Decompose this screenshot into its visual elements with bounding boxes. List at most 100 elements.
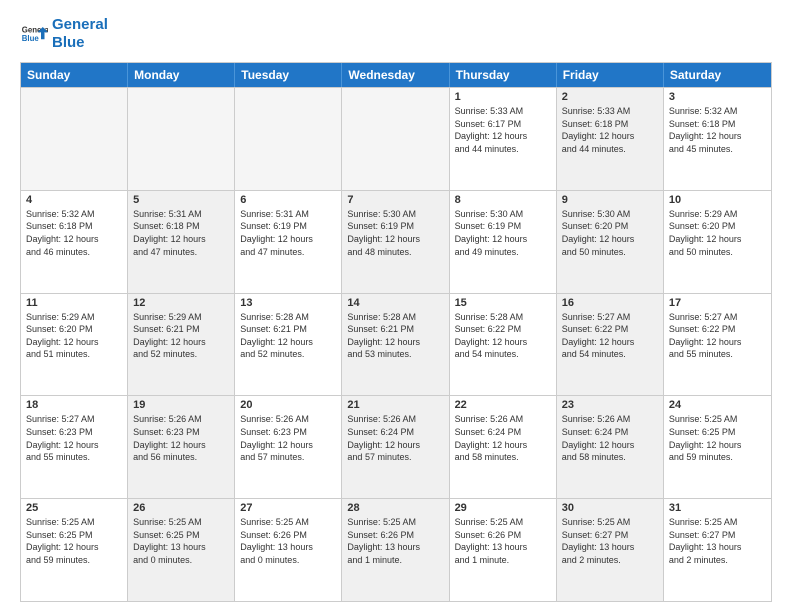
cell-info-line: Sunset: 6:19 PM [347, 220, 443, 233]
day-number: 4 [26, 194, 122, 206]
day-number: 22 [455, 399, 551, 411]
cell-info-line: Sunrise: 5:28 AM [455, 311, 551, 324]
cell-info-line: Sunset: 6:18 PM [562, 118, 658, 131]
cell-info-line: Daylight: 12 hours [26, 439, 122, 452]
cell-info-line: and 55 minutes. [26, 451, 122, 464]
cell-info-line: Sunset: 6:25 PM [26, 529, 122, 542]
day-number: 12 [133, 297, 229, 309]
cell-info-line: and 0 minutes. [240, 554, 336, 567]
calendar-cell-3: 3Sunrise: 5:32 AMSunset: 6:18 PMDaylight… [664, 88, 771, 190]
cell-info-line: Sunset: 6:25 PM [133, 529, 229, 542]
calendar-cell-empty-0-2 [235, 88, 342, 190]
cell-info-line: and 46 minutes. [26, 246, 122, 259]
cell-info-line: and 54 minutes. [455, 348, 551, 361]
cell-info-line: Sunset: 6:20 PM [669, 220, 766, 233]
day-number: 30 [562, 502, 658, 514]
cell-info-line: and 57 minutes. [347, 451, 443, 464]
day-number: 25 [26, 502, 122, 514]
cell-info-line: Sunset: 6:19 PM [240, 220, 336, 233]
cell-info-line: and 50 minutes. [562, 246, 658, 259]
cell-info-line: Daylight: 12 hours [26, 541, 122, 554]
calendar-cell-empty-0-3 [342, 88, 449, 190]
cell-info-line: Sunrise: 5:30 AM [347, 208, 443, 221]
calendar-cell-4: 4Sunrise: 5:32 AMSunset: 6:18 PMDaylight… [21, 191, 128, 293]
cell-info-line: Sunset: 6:25 PM [669, 426, 766, 439]
cell-info-line: Sunrise: 5:26 AM [562, 413, 658, 426]
cell-info-line: Sunrise: 5:25 AM [26, 516, 122, 529]
cell-info-line: Sunset: 6:27 PM [562, 529, 658, 542]
day-number: 24 [669, 399, 766, 411]
cell-info-line: Sunrise: 5:31 AM [133, 208, 229, 221]
cell-info-line: Sunrise: 5:29 AM [669, 208, 766, 221]
cell-info-line: Sunset: 6:21 PM [240, 323, 336, 336]
calendar-cell-13: 13Sunrise: 5:28 AMSunset: 6:21 PMDayligh… [235, 294, 342, 396]
cell-info-line: Sunrise: 5:33 AM [455, 105, 551, 118]
cell-info-line: Daylight: 12 hours [133, 336, 229, 349]
calendar-cell-23: 23Sunrise: 5:26 AMSunset: 6:24 PMDayligh… [557, 396, 664, 498]
calendar-cell-20: 20Sunrise: 5:26 AMSunset: 6:23 PMDayligh… [235, 396, 342, 498]
cell-info-line: Sunrise: 5:25 AM [562, 516, 658, 529]
calendar-cell-30: 30Sunrise: 5:25 AMSunset: 6:27 PMDayligh… [557, 499, 664, 601]
cell-info-line: Sunrise: 5:25 AM [240, 516, 336, 529]
day-number: 19 [133, 399, 229, 411]
calendar-cell-18: 18Sunrise: 5:27 AMSunset: 6:23 PMDayligh… [21, 396, 128, 498]
cell-info-line: Sunset: 6:23 PM [240, 426, 336, 439]
weekday-header-monday: Monday [128, 63, 235, 87]
cell-info-line: Daylight: 12 hours [240, 439, 336, 452]
svg-text:Blue: Blue [22, 34, 40, 43]
cell-info-line: Sunset: 6:17 PM [455, 118, 551, 131]
calendar-body: 1Sunrise: 5:33 AMSunset: 6:17 PMDaylight… [21, 87, 771, 601]
cell-info-line: and 55 minutes. [669, 348, 766, 361]
logo-icon: General Blue [20, 20, 48, 48]
day-number: 8 [455, 194, 551, 206]
cell-info-line: Sunrise: 5:32 AM [669, 105, 766, 118]
day-number: 29 [455, 502, 551, 514]
cell-info-line: Daylight: 12 hours [455, 233, 551, 246]
weekday-header-thursday: Thursday [450, 63, 557, 87]
cell-info-line: and 59 minutes. [669, 451, 766, 464]
calendar-cell-25: 25 Sunrise: 5:25 AMSunset: 6:25 PMDayligh… [21, 499, 128, 601]
day-number: 10 [669, 194, 766, 206]
cell-info-line: Sunset: 6:21 PM [133, 323, 229, 336]
cell-info-line: Daylight: 12 hours [347, 336, 443, 349]
cell-info-line: Sunset: 6:18 PM [26, 220, 122, 233]
page-header: General Blue General Blue [20, 16, 772, 52]
day-number: 27 [240, 502, 336, 514]
day-number: 2 [562, 91, 658, 103]
cell-info-line: Sunset: 6:26 PM [455, 529, 551, 542]
cell-info-line: Sunrise: 5:29 AM [133, 311, 229, 324]
calendar-cell-29: 29Sunrise: 5:25 AMSunset: 6:26 PMDayligh… [450, 499, 557, 601]
cell-info-line: Daylight: 12 hours [455, 336, 551, 349]
cell-info-line: and 51 minutes. [26, 348, 122, 361]
cell-info-line: Sunrise: 5:30 AM [455, 208, 551, 221]
cell-info-line: Sunrise: 5:33 AM [562, 105, 658, 118]
calendar-cell-10: 10Sunrise: 5:29 AMSunset: 6:20 PMDayligh… [664, 191, 771, 293]
calendar-header: SundayMondayTuesdayWednesdayThursdayFrid… [21, 63, 771, 87]
cell-info-line: Sunrise: 5:31 AM [240, 208, 336, 221]
day-number: 31 [669, 502, 766, 514]
calendar-cell-26: 26Sunrise: 5:25 AMSunset: 6:25 PMDayligh… [128, 499, 235, 601]
day-number: 5 [133, 194, 229, 206]
calendar-cell-1: 1Sunrise: 5:33 AMSunset: 6:17 PMDaylight… [450, 88, 557, 190]
cell-info-line: Sunrise: 5:26 AM [347, 413, 443, 426]
calendar-row-4: 18Sunrise: 5:27 AMSunset: 6:23 PMDayligh… [21, 395, 771, 498]
cell-info-line: Sunset: 6:22 PM [455, 323, 551, 336]
cell-info-line: and 2 minutes. [562, 554, 658, 567]
cell-info-line: Sunrise: 5:26 AM [133, 413, 229, 426]
weekday-header-sunday: Sunday [21, 63, 128, 87]
cell-info-line: Sunset: 6:23 PM [133, 426, 229, 439]
day-number: 7 [347, 194, 443, 206]
calendar-cell-15: 15Sunrise: 5:28 AMSunset: 6:22 PMDayligh… [450, 294, 557, 396]
calendar-cell-16: 16Sunrise: 5:27 AMSunset: 6:22 PMDayligh… [557, 294, 664, 396]
cell-info-line: Sunrise: 5:28 AM [347, 311, 443, 324]
cell-info-line: Sunrise: 5:28 AM [240, 311, 336, 324]
cell-info-line: and 1 minute. [347, 554, 443, 567]
day-number: 14 [347, 297, 443, 309]
day-number: 18 [26, 399, 122, 411]
day-number: 1 [455, 91, 551, 103]
cell-info-line: Sunrise: 5:25 AM [133, 516, 229, 529]
cell-info-line: Sunset: 6:22 PM [669, 323, 766, 336]
calendar-cell-7: 7Sunrise: 5:30 AMSunset: 6:19 PMDaylight… [342, 191, 449, 293]
logo: General Blue General Blue [20, 16, 108, 52]
cell-info-line: Sunset: 6:18 PM [669, 118, 766, 131]
